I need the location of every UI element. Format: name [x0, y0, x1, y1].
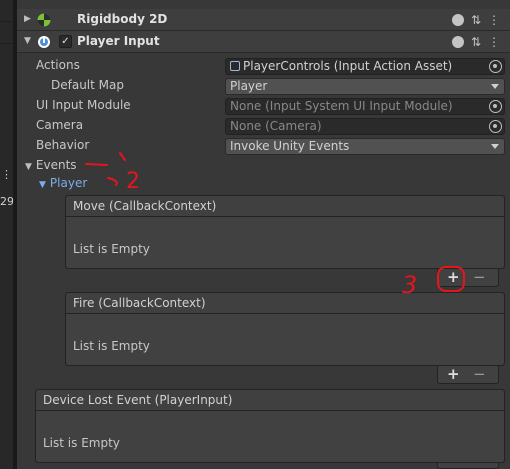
actions-field[interactable]: PlayerControls (Input Action Asset): [225, 58, 505, 75]
adjacent-row: [0, 22, 13, 44]
camera-value: None (Camera): [230, 119, 322, 133]
foldout-arrow-icon: ▼: [39, 180, 46, 190]
component-title: Player Input: [77, 34, 160, 48]
context-menu-icon[interactable]: ⋮: [488, 12, 500, 28]
player-input-icon: [38, 36, 50, 48]
annotation-mark-3: 3: [402, 266, 465, 299]
event-body: List is Empty: [66, 217, 504, 268]
inspector-window: ⋮ 29 ▶ Rigidbody 2D ? ⇅ ⋮ ▼ ✓ Player Inp…: [0, 0, 510, 469]
move-event-list: Move (CallbackContext) List is Empty: [65, 195, 505, 269]
event-title: Device Lost Event (PlayerInput): [43, 393, 233, 407]
annotation-label-3: 3: [402, 271, 417, 299]
actions-label: Actions: [36, 58, 80, 72]
behavior-dropdown[interactable]: Invoke Unity Events: [225, 138, 505, 155]
ui-input-module-field[interactable]: None (Input System UI Input Module): [225, 98, 505, 115]
context-menu-icon[interactable]: ⋮: [488, 34, 500, 50]
device-lost-event-list: Device Lost Event (PlayerInput) List is …: [35, 389, 505, 463]
foldout-arrow-icon[interactable]: ▶: [24, 14, 31, 24]
camera-label: Camera: [36, 118, 84, 132]
event-title: Fire (CallbackContext): [73, 296, 206, 310]
help-icon[interactable]: ?: [451, 36, 464, 51]
empty-list-text: List is Empty: [73, 242, 150, 256]
empty-list-text: List is Empty: [73, 339, 150, 353]
ui-input-module-label: UI Input Module: [36, 98, 131, 112]
help-icon[interactable]: ?: [451, 14, 464, 29]
remove-button[interactable]: −: [473, 268, 486, 286]
actions-value: PlayerControls (Input Action Asset): [243, 59, 453, 73]
ui-input-module-value: None (Input System UI Input Module): [230, 99, 453, 113]
add-button[interactable]: +: [447, 365, 460, 383]
behavior-value: Invoke Unity Events: [230, 139, 350, 153]
remove-button[interactable]: −: [473, 365, 486, 383]
event-body: List is Empty: [36, 411, 504, 462]
default-map-value: Player: [230, 79, 268, 93]
annotation-mark-2: 2: [85, 152, 140, 192]
input-action-asset-icon: [230, 61, 240, 71]
annotation-label-2: 2: [126, 169, 140, 192]
adjacent-number: 29: [0, 195, 14, 208]
fire-event-footer: + −: [437, 365, 499, 384]
player-input-header[interactable]: ▼ ✓ Player Input ? ⇅ ⋮: [17, 31, 510, 53]
adjacent-panel: ⋮ 29: [0, 0, 14, 469]
camera-field[interactable]: None (Camera): [225, 118, 505, 135]
default-map-dropdown[interactable]: Player: [225, 78, 505, 95]
event-header: Move (CallbackContext): [66, 196, 504, 217]
rigidbody-physics-icon: [37, 13, 51, 27]
default-map-label: Default Map: [51, 78, 124, 92]
presets-icon[interactable]: ⇅: [471, 34, 481, 50]
more-icon[interactable]: ⋮: [1, 169, 12, 180]
object-picker-icon[interactable]: [489, 60, 502, 73]
enabled-checkbox[interactable]: ✓: [59, 35, 72, 48]
events-foldout[interactable]: ▼ Events: [25, 158, 77, 172]
rigidbody-2d-header[interactable]: ▶ Rigidbody 2D ? ⇅ ⋮: [17, 9, 510, 31]
empty-list-text: List is Empty: [43, 436, 120, 450]
foldout-arrow-icon: ▼: [25, 162, 32, 172]
component-title: Rigidbody 2D: [77, 12, 168, 26]
event-body: List is Empty: [66, 314, 504, 365]
events-label: Events: [35, 158, 77, 172]
presets-icon[interactable]: ⇅: [471, 12, 481, 28]
chevron-down-icon: [491, 144, 499, 149]
chevron-down-icon: [491, 84, 499, 89]
object-picker-icon[interactable]: [489, 120, 502, 133]
panel-divider[interactable]: [13, 0, 17, 469]
foldout-arrow-icon[interactable]: ▼: [24, 36, 31, 46]
event-header: Device Lost Event (PlayerInput): [36, 390, 504, 411]
event-title: Move (CallbackContext): [73, 199, 217, 213]
fire-event-list: Fire (CallbackContext) List is Empty: [65, 292, 505, 366]
adjacent-row: [0, 0, 13, 22]
object-picker-icon[interactable]: [489, 100, 502, 113]
device-lost-event-footer: [437, 463, 499, 469]
